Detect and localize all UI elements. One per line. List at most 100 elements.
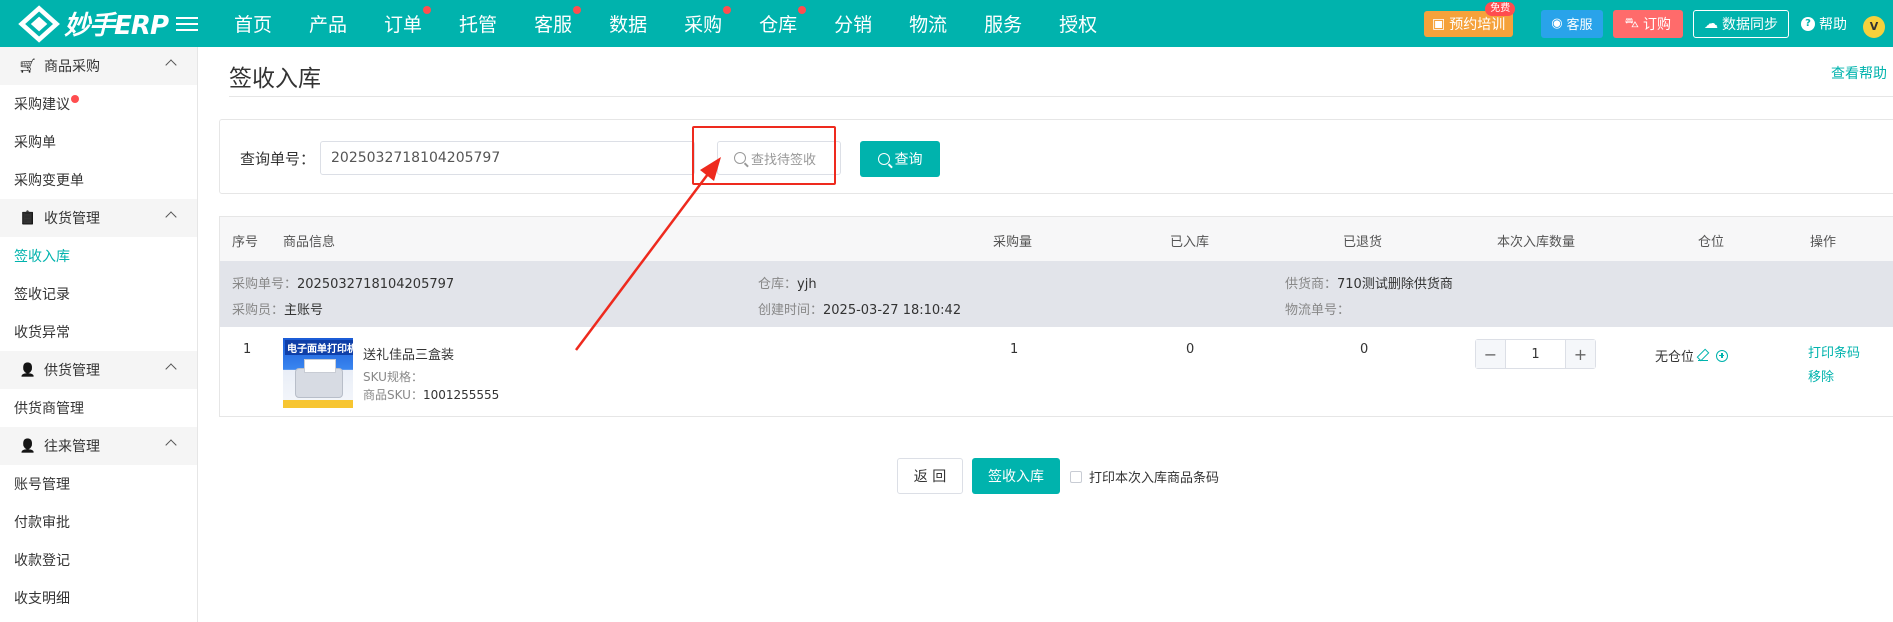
nav-item-label: 服务 (984, 14, 1023, 36)
sidebar-item[interactable]: 收支明细 (14, 579, 106, 617)
nav-item-4[interactable]: 客服 (516, 6, 591, 37)
chevron-up-icon (165, 211, 177, 223)
chevron-up-icon (165, 439, 177, 451)
row-returned: 0 (1360, 342, 1369, 357)
title-divider (229, 96, 1893, 97)
avatar[interactable]: V (1859, 10, 1893, 38)
nav-item-11[interactable]: 授权 (1041, 10, 1116, 37)
sidebar-item[interactable]: 采购建议 (14, 85, 106, 123)
buyer-label: 采购员： (232, 303, 285, 318)
notification-dot (723, 6, 732, 14)
thumb-strip (283, 400, 353, 408)
nav-item-1[interactable]: 产品 (291, 10, 366, 37)
training-button[interactable]: ▣ 预约培训 免费 (1423, 1, 1516, 37)
increase-button[interactable]: + (1565, 340, 1595, 368)
sidebar-group-3[interactable]: 👤 往来管理 (0, 427, 197, 465)
cart-icon: 🛒 (19, 58, 37, 74)
row-index: 1 (243, 342, 252, 357)
table-row: 1 电子面单打印机 送礼佳品三盒装 SKU规格： 商品SKU：100125555… (220, 327, 1893, 417)
nav-item-label: 托管 (459, 14, 498, 36)
sidebar-group-2[interactable]: 👤 供货管理 (0, 351, 197, 389)
cloud-icon: ☁ (1704, 15, 1718, 32)
search-panel: 查询单号： 2025032718104205797 查找待签收 查询 (219, 119, 1893, 194)
sidebar-item-label: 签收记录 (14, 287, 70, 303)
product-sku: 商品SKU：1001255555 (363, 386, 499, 403)
back-button[interactable]: 返 回 (897, 458, 963, 494)
sidebar-group-title: 供货管理 (44, 363, 100, 379)
nav-item-8[interactable]: 分销 (816, 10, 891, 37)
sidebar-item[interactable]: 付款审批 (14, 503, 106, 541)
data-sync-button[interactable]: ☁ 数据同步 (1693, 9, 1789, 38)
sidebar-item[interactable]: 供货商管理 (14, 389, 106, 427)
sidebar-group-1[interactable]: 📋 收货管理 (0, 199, 197, 237)
remove-link[interactable]: 移除 (1808, 366, 1834, 385)
sidebar-item[interactable]: 收货异常 (14, 313, 106, 351)
edit-icon[interactable] (1698, 351, 1709, 361)
sidebar-item[interactable]: 签收入库 (14, 237, 106, 275)
col-location: 仓位 (1698, 235, 1725, 250)
sidebar-group-title: 往来管理 (44, 439, 100, 455)
quantity-value[interactable]: 1 (1506, 347, 1565, 362)
sidebar: 🛒 商品采购 采购建议 采购单 采购变更单 📋 收货管理 签收入库 签收记录 收货异常 👤 供货管理供… (0, 47, 198, 622)
query-button[interactable]: 查询 (860, 141, 940, 177)
calendar-icon: ▣ (1431, 15, 1446, 32)
nav-item-0[interactable]: 首页 (216, 10, 291, 37)
product-thumbnail[interactable]: 电子面单打印机 (283, 338, 353, 408)
col-returned: 已退货 (1343, 235, 1383, 250)
nav-item-label: 物流 (909, 14, 948, 36)
nav-item-label: 分销 (834, 14, 873, 36)
print-barcode-checkbox[interactable]: 打印本次入库商品条码 (1070, 467, 1219, 486)
nav-item-6[interactable]: 采购 (666, 6, 741, 37)
sidebar-item[interactable]: 采购单 (14, 123, 106, 161)
warehouse: 仓库：yjh (758, 273, 817, 292)
order-number-input[interactable]: 2025032718104205797 (320, 141, 695, 175)
sidebar-group-items: 供货商管理 (0, 389, 197, 427)
decrease-button[interactable]: − (1476, 340, 1506, 368)
sidebar-item-label: 供货商管理 (14, 401, 84, 417)
add-circle-icon[interactable] (1716, 349, 1729, 362)
sidebar-item[interactable]: 签收记录 (14, 275, 106, 313)
user-icon: 👤 (19, 438, 37, 454)
training-label: 预约培训 (1449, 16, 1506, 33)
sidebar-item-label: 采购单 (14, 135, 56, 151)
sidebar-group-items: 签收入库签收记录收货异常 (0, 237, 197, 351)
logo[interactable]: 妙手ERP (18, 4, 169, 43)
sidebar-item[interactable]: 收款登记 (14, 541, 106, 579)
subscribe-button[interactable]: ⛍ 订购 (1612, 9, 1683, 38)
po-number-label: 采购单号： (232, 277, 298, 292)
warehouse-value: yjh (797, 277, 817, 292)
menu-toggle-icon[interactable] (176, 14, 198, 34)
data-sync-label: 数据同步 (1722, 16, 1778, 33)
sidebar-item[interactable]: 账号管理 (14, 465, 106, 503)
sign-in-stock-button[interactable]: 签收入库 (972, 458, 1060, 494)
chevron-up-icon (165, 363, 177, 375)
sidebar-item-label: 账号管理 (14, 477, 70, 493)
vip-badge: V (1863, 15, 1885, 38)
nav-item-3[interactable]: 托管 (441, 10, 516, 37)
sidebar-item[interactable]: 采购变更单 (14, 161, 106, 199)
checkbox-box[interactable] (1070, 470, 1082, 483)
view-help-link[interactable]: 查看帮助 (1831, 63, 1887, 83)
sidebar-group-0[interactable]: 🛒 商品采购 (0, 47, 197, 85)
sidebar-item-label: 收支明细 (14, 591, 70, 607)
nav-item-2[interactable]: 订单 (366, 6, 441, 37)
headset-icon: ◉ (1551, 16, 1563, 31)
help-button[interactable]: ? 帮助 (1801, 14, 1847, 34)
nav-item-5[interactable]: 数据 (591, 10, 666, 37)
nav-item-10[interactable]: 服务 (966, 10, 1041, 37)
header-tools: ▣ 预约培训 免费 ◉ 客服 ⛍ 订购 ☁ 数据同步 ? 帮助 V (1423, 0, 1893, 47)
nav-item-label: 授权 (1059, 14, 1098, 36)
nav-item-9[interactable]: 物流 (891, 10, 966, 37)
question-icon: ? (1801, 16, 1815, 31)
page-title: 签收入库 (229, 66, 321, 92)
print-barcode-link[interactable]: 打印条码 (1808, 342, 1860, 361)
notification-dot (423, 6, 432, 14)
customer-service-button[interactable]: ◉ 客服 (1541, 9, 1603, 38)
table-header: 序号 商品信息 采购量 已入库 已退货 本次入库数量 仓位 操作 (220, 217, 1893, 261)
row-stocked: 0 (1186, 342, 1195, 357)
nav-item-7[interactable]: 仓库 (741, 6, 816, 37)
product-sku-label: 商品SKU： (363, 388, 423, 402)
logistics-label: 物流单号： (1285, 303, 1351, 318)
quantity-stepper[interactable]: − 1 + (1475, 339, 1596, 369)
logo-text: 妙手ERP (64, 11, 169, 41)
